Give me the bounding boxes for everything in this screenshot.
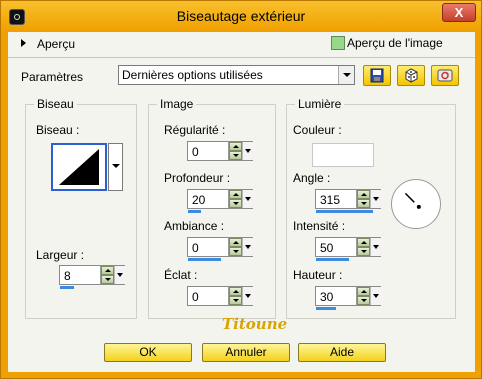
dialog-window: Biseautage extérieur X Aperçu Aperçu de … [0,0,482,379]
image-group: Image Régularité : 0 Profondeur : 20 Amb… [148,97,276,319]
intensity-slider[interactable] [316,258,349,261]
floppy-disk-icon [370,68,384,83]
elevation-down-arrow-icon[interactable] [357,296,370,305]
help-button[interactable]: Aide [298,343,386,362]
width-spinner[interactable]: 8 [59,265,125,289]
image-group-title: Image [157,97,197,111]
preview-row: Aperçu Aperçu de l'image [8,32,475,55]
bevel-label: Biseau : [36,123,80,137]
ambience-label: Ambiance : [164,219,225,233]
width-up-arrow-icon[interactable] [101,266,114,275]
random-button[interactable] [397,65,425,86]
reset-button[interactable] [431,65,459,86]
close-button[interactable]: X [442,3,476,22]
light-group-title: Lumière [295,97,345,111]
elevation-value: 30 [320,290,334,304]
dice-icon [405,68,418,83]
shininess-spinner[interactable]: 0 [187,286,253,306]
reset-icon [437,69,453,82]
angle-down-arrow-icon[interactable] [357,199,370,208]
bevel-group: Biseau Biseau : Largeur : 8 [25,97,137,319]
width-down-arrow-icon[interactable] [101,275,114,284]
depth-slider[interactable] [188,210,201,213]
smoothness-dropdown-icon[interactable] [242,142,253,160]
angle-value: 315 [320,193,341,207]
presets-value: Dernières options utilisées [122,68,263,82]
angle-dial[interactable] [391,179,441,229]
width-value: 8 [64,269,71,283]
ok-button[interactable]: OK [104,343,192,362]
intensity-spinner[interactable]: 50 [315,237,381,261]
angle-spinner[interactable]: 315 [315,189,381,213]
light-color-swatch[interactable] [312,143,374,167]
presets-label: Paramètres [21,70,84,84]
elevation-slider[interactable] [316,307,336,310]
shininess-down-arrow-icon[interactable] [229,296,242,305]
bevel-group-title: Biseau [34,97,77,111]
shininess-label: Éclat : [164,268,198,282]
ambience-dropdown-icon[interactable] [242,238,253,256]
divider [8,57,475,58]
dropdown-arrow-icon[interactable] [338,66,354,84]
intensity-dropdown-icon[interactable] [370,238,381,256]
dialog-body: Aperçu Aperçu de l'image Paramètres Dern… [8,32,475,372]
ambience-down-arrow-icon[interactable] [229,247,242,256]
smoothness-value: 0 [192,145,199,159]
save-preset-button[interactable] [363,65,391,86]
window-title: Biseautage extérieur [176,8,306,24]
color-label: Couleur : [293,123,342,137]
intensity-up-arrow-icon[interactable] [357,238,370,247]
ambience-slider[interactable] [188,258,221,261]
bevel-shape-dropdown[interactable] [108,143,123,191]
ambience-up-arrow-icon[interactable] [229,238,242,247]
smoothness-down-arrow-icon[interactable] [229,151,242,160]
light-group: Lumière Couleur : Angle : 315 Intensité … [286,97,456,319]
intensity-value: 50 [320,241,334,255]
shininess-up-arrow-icon[interactable] [229,287,242,296]
preview-toggle-label[interactable]: Aperçu [37,37,75,51]
ambience-value: 0 [192,241,199,255]
bevel-shape-icon [59,149,99,185]
elevation-spinner[interactable]: 30 [315,286,381,310]
angle-dial-needle-icon [404,192,421,209]
width-dropdown-icon[interactable] [114,266,125,284]
width-slider[interactable] [60,286,74,289]
depth-dropdown-icon[interactable] [242,190,253,208]
elevation-label: Hauteur : [293,268,343,282]
presets-dropdown[interactable]: Dernières options utilisées [118,65,355,85]
watermark: Titoune [222,315,288,333]
smoothness-up-arrow-icon[interactable] [229,142,242,151]
title-bar[interactable]: Biseautage extérieur X [1,1,481,32]
intensity-label: Intensité : [293,219,346,233]
shininess-dropdown-icon[interactable] [242,287,253,305]
image-preview-checkbox[interactable] [331,36,345,50]
cancel-button[interactable]: Annuler [202,343,290,362]
width-label: Largeur : [36,248,85,262]
intensity-down-arrow-icon[interactable] [357,247,370,256]
expand-arrow-icon[interactable] [21,39,26,47]
depth-label: Profondeur : [164,171,231,185]
depth-spinner[interactable]: 20 [187,189,253,213]
depth-down-arrow-icon[interactable] [229,199,242,208]
depth-up-arrow-icon[interactable] [229,190,242,199]
angle-up-arrow-icon[interactable] [357,190,370,199]
shininess-value: 0 [192,290,199,304]
angle-dropdown-icon[interactable] [370,190,381,208]
image-preview-label[interactable]: Aperçu de l'image [347,36,443,50]
elevation-dropdown-icon[interactable] [370,287,381,305]
smoothness-label: Régularité : [164,123,226,137]
depth-value: 20 [192,193,206,207]
ambience-spinner[interactable]: 0 [187,237,253,261]
angle-slider[interactable] [316,210,373,213]
elevation-up-arrow-icon[interactable] [357,287,370,296]
smoothness-spinner[interactable]: 0 [187,141,253,161]
angle-label: Angle : [293,171,331,185]
bevel-shape-preview[interactable] [51,143,107,191]
